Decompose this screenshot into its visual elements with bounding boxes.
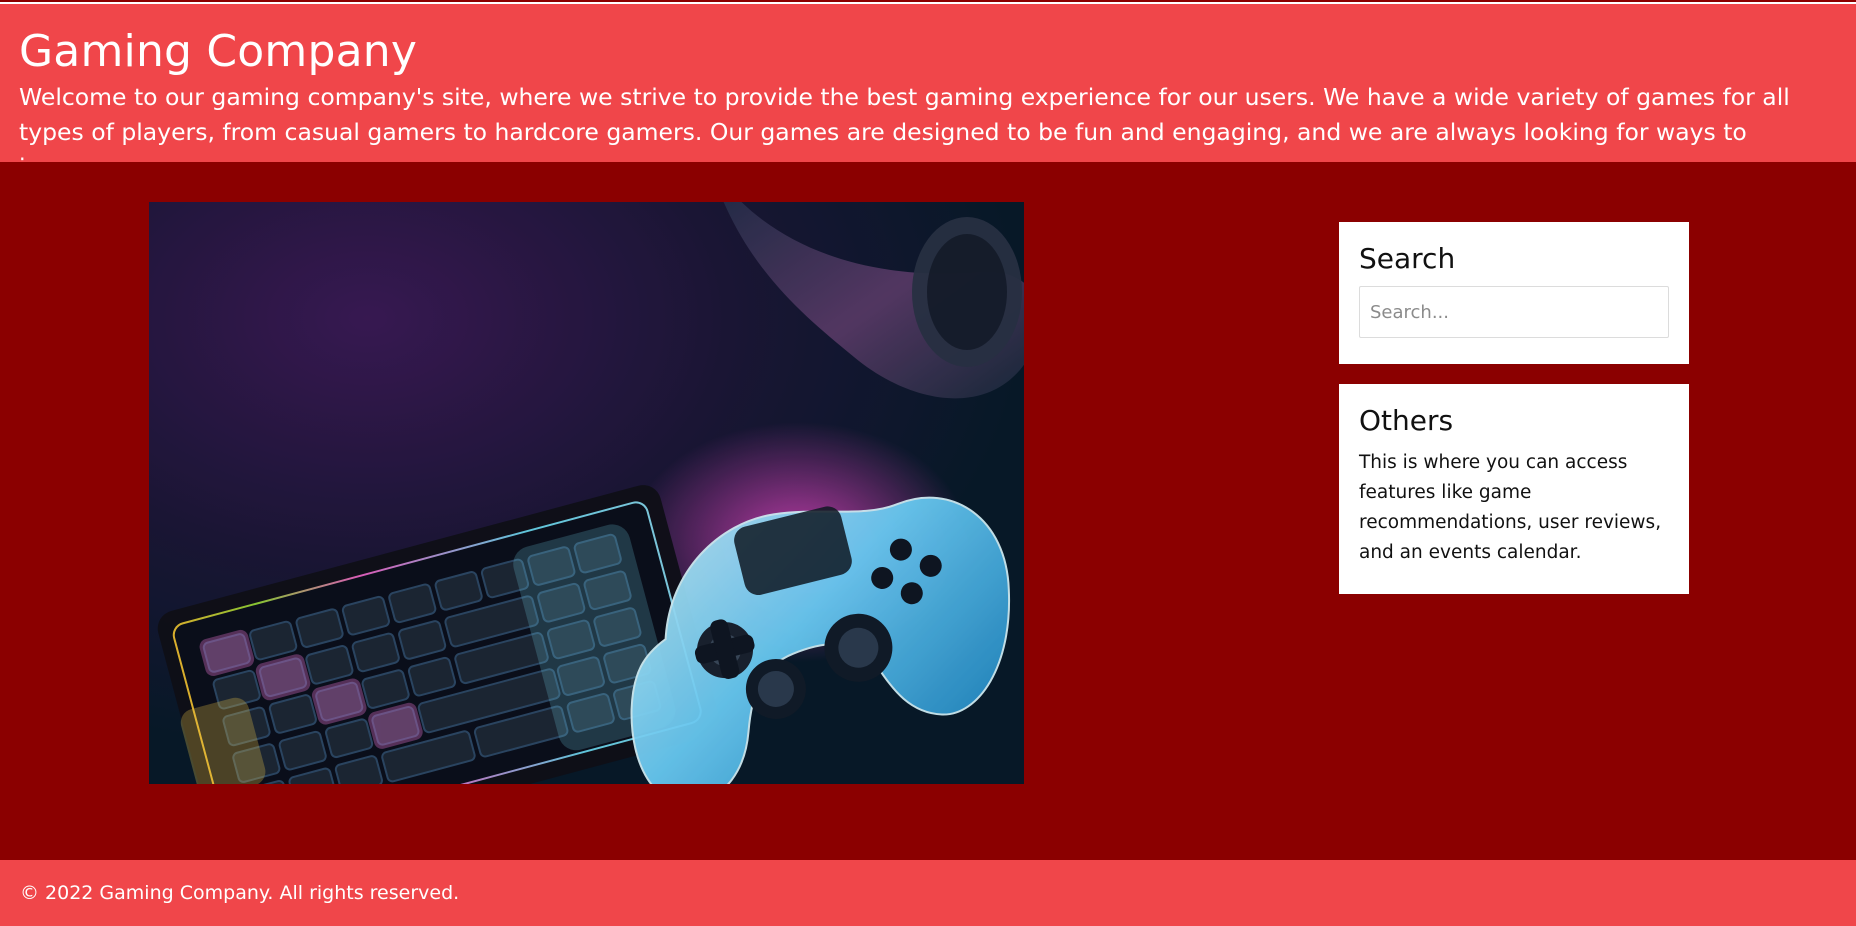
search-input[interactable] — [1359, 286, 1669, 338]
main-content: Search Others This is where you can acce… — [0, 162, 1856, 860]
search-title: Search — [1359, 242, 1456, 275]
search-widget: Search — [1339, 222, 1689, 364]
site-footer: © 2022 Gaming Company. All rights reserv… — [0, 860, 1856, 926]
site-title: Gaming Company — [19, 26, 418, 77]
hero-image — [149, 202, 1024, 784]
site-header: Gaming Company Welcome to our gaming com… — [0, 2, 1856, 181]
others-widget: Others This is where you can access feat… — [1339, 384, 1689, 594]
others-description: This is where you can access features li… — [1359, 452, 1662, 563]
footer-copyright: © 2022 Gaming Company. All rights reserv… — [20, 882, 460, 904]
others-title: Others — [1359, 404, 1454, 437]
